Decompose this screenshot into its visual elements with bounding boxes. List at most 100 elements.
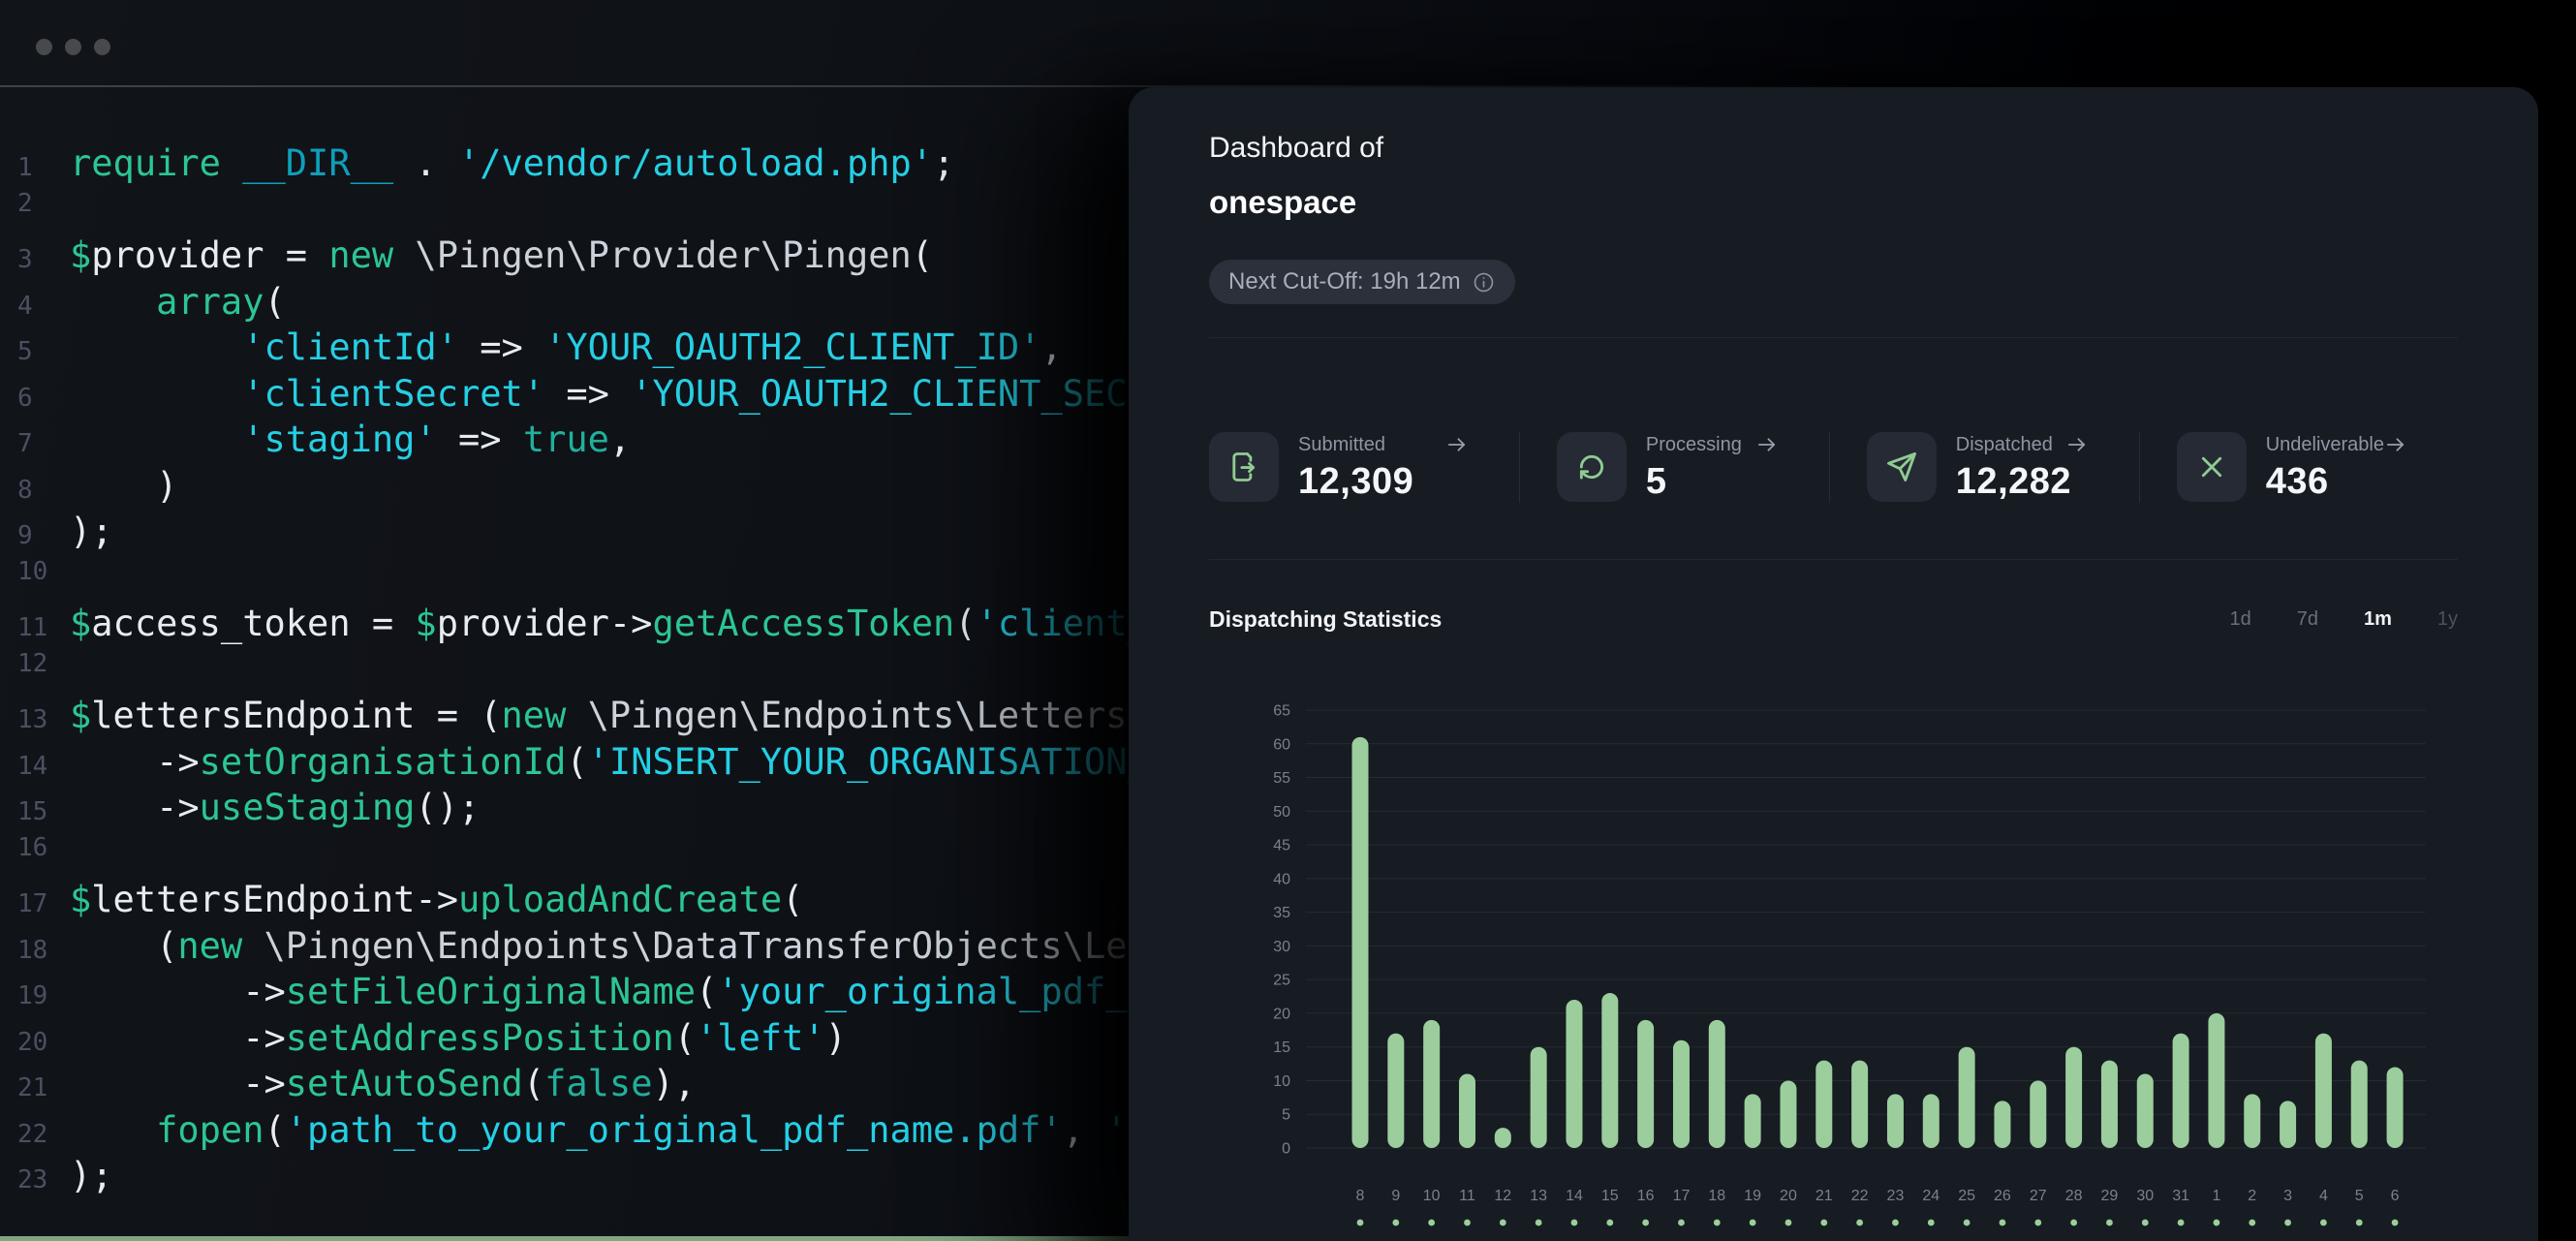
bar-day-10[interactable]: [1423, 1020, 1440, 1148]
code-token: ->: [70, 971, 286, 1012]
bar-day-31[interactable]: [2173, 1034, 2189, 1148]
day-dot[interactable]: [1392, 1220, 1399, 1226]
bar-day-5[interactable]: [2351, 1061, 2368, 1148]
code-token: 'path_to_your_original_pdf_name.pdf': [286, 1109, 1063, 1151]
bar-day-19[interactable]: [1745, 1094, 1761, 1148]
bar-day-21[interactable]: [1816, 1061, 1832, 1148]
line-number: 1: [0, 153, 70, 182]
window-control-dot[interactable]: [36, 39, 52, 55]
code-token: (: [70, 925, 177, 967]
bar-day-9[interactable]: [1387, 1034, 1404, 1148]
code-token: 'staging': [242, 419, 436, 460]
day-dot[interactable]: [1536, 1220, 1542, 1226]
code-text: ->setAddressPosition('left'): [70, 1017, 847, 1059]
line-number: 7: [0, 429, 70, 458]
code-token: __DIR__: [242, 142, 393, 184]
code-token: [70, 419, 242, 460]
day-dot[interactable]: [1500, 1220, 1506, 1226]
code-token: true: [523, 419, 609, 460]
code-token: [70, 1109, 156, 1151]
dispatching-chart: 0510152025303540455055606589101112131415…: [1129, 87, 2538, 1241]
bar-day-18[interactable]: [1709, 1020, 1725, 1148]
line-number: 17: [0, 889, 70, 918]
bar-day-14[interactable]: [1566, 1000, 1582, 1148]
code-token: array: [156, 281, 264, 323]
x-tick-label: 4: [2319, 1188, 2328, 1204]
day-dot[interactable]: [1714, 1220, 1721, 1226]
day-dot[interactable]: [1571, 1220, 1578, 1226]
bar-day-12[interactable]: [1495, 1128, 1511, 1148]
bar-day-26[interactable]: [1994, 1101, 2010, 1148]
bar-day-13[interactable]: [1531, 1047, 1547, 1148]
code-text: );: [70, 1155, 113, 1196]
code-text: ->setOrganisationId('INSERT_YOUR_ORGANIS…: [70, 741, 1235, 783]
bar-day-23[interactable]: [1887, 1094, 1904, 1148]
code-token: $: [415, 603, 436, 644]
bar-day-22[interactable]: [1851, 1061, 1868, 1148]
bar-day-17[interactable]: [1673, 1040, 1690, 1148]
line-number: 13: [0, 705, 70, 734]
day-dot[interactable]: [2249, 1220, 2255, 1226]
day-dot[interactable]: [1892, 1220, 1899, 1226]
x-tick-label: 10: [1423, 1188, 1441, 1204]
bar-day-11[interactable]: [1459, 1074, 1475, 1148]
day-dot[interactable]: [2392, 1220, 2399, 1226]
bar-day-8[interactable]: [1352, 737, 1369, 1148]
day-dot[interactable]: [2106, 1220, 2113, 1226]
day-dot[interactable]: [2142, 1220, 2149, 1226]
code-text: array(: [70, 281, 286, 323]
bar-day-4[interactable]: [2315, 1034, 2332, 1148]
day-dot[interactable]: [1928, 1220, 1935, 1226]
day-dot[interactable]: [1856, 1220, 1863, 1226]
day-dot[interactable]: [1464, 1220, 1471, 1226]
bar-day-27[interactable]: [2030, 1080, 2046, 1148]
day-dot[interactable]: [1357, 1220, 1364, 1226]
editor-bottom-accent: [0, 1236, 1259, 1241]
day-dot[interactable]: [1820, 1220, 1827, 1226]
x-tick-label: 26: [1994, 1188, 2011, 1204]
code-token: '/vendor/autoload.php': [458, 142, 933, 184]
day-dot[interactable]: [2284, 1220, 2291, 1226]
x-tick-label: 12: [1494, 1188, 1511, 1204]
day-dot[interactable]: [2070, 1220, 2077, 1226]
day-dot[interactable]: [2178, 1220, 2185, 1226]
bar-day-15[interactable]: [1601, 993, 1618, 1148]
day-dot[interactable]: [1964, 1220, 1971, 1226]
window-control-dot[interactable]: [65, 39, 81, 55]
day-dot[interactable]: [1785, 1220, 1792, 1226]
window-controls[interactable]: [36, 39, 110, 55]
day-dot[interactable]: [2000, 1220, 2006, 1226]
bar-day-30[interactable]: [2137, 1074, 2154, 1148]
day-dot[interactable]: [2214, 1220, 2220, 1226]
bar-day-16[interactable]: [1637, 1020, 1654, 1148]
code-text: 'staging' => true,: [70, 419, 631, 460]
bar-day-1[interactable]: [2208, 1013, 2224, 1148]
x-tick-label: 20: [1780, 1188, 1797, 1204]
bar-day-2[interactable]: [2244, 1094, 2260, 1148]
day-dot[interactable]: [2356, 1220, 2363, 1226]
code-token: $: [70, 879, 91, 920]
day-dot[interactable]: [1750, 1220, 1756, 1226]
bar-day-3[interactable]: [2280, 1101, 2296, 1148]
x-tick-label: 25: [1958, 1188, 1975, 1204]
bar-day-25[interactable]: [1959, 1047, 1975, 1148]
bar-day-6[interactable]: [2387, 1068, 2404, 1148]
day-dot[interactable]: [1428, 1220, 1435, 1226]
day-dot[interactable]: [2034, 1220, 2041, 1226]
line-number: 22: [0, 1120, 70, 1149]
bar-day-29[interactable]: [2101, 1061, 2118, 1148]
day-dot[interactable]: [1642, 1220, 1649, 1226]
window-control-dot[interactable]: [94, 39, 110, 55]
x-tick-label: 30: [2136, 1188, 2154, 1204]
bar-day-28[interactable]: [2065, 1047, 2082, 1148]
code-token: getAccessToken: [652, 603, 954, 644]
code-text: 'clientSecret' => 'YOUR_OAUTH2_CLIENT_SE…: [70, 373, 1235, 415]
day-dot[interactable]: [1606, 1220, 1613, 1226]
y-tick-label: 25: [1273, 973, 1290, 989]
code-token: ),: [652, 1063, 696, 1104]
bar-day-20[interactable]: [1780, 1080, 1796, 1148]
day-dot[interactable]: [1678, 1220, 1685, 1226]
line-number: 10: [0, 557, 70, 586]
day-dot[interactable]: [2320, 1220, 2327, 1226]
bar-day-24[interactable]: [1923, 1094, 1940, 1148]
